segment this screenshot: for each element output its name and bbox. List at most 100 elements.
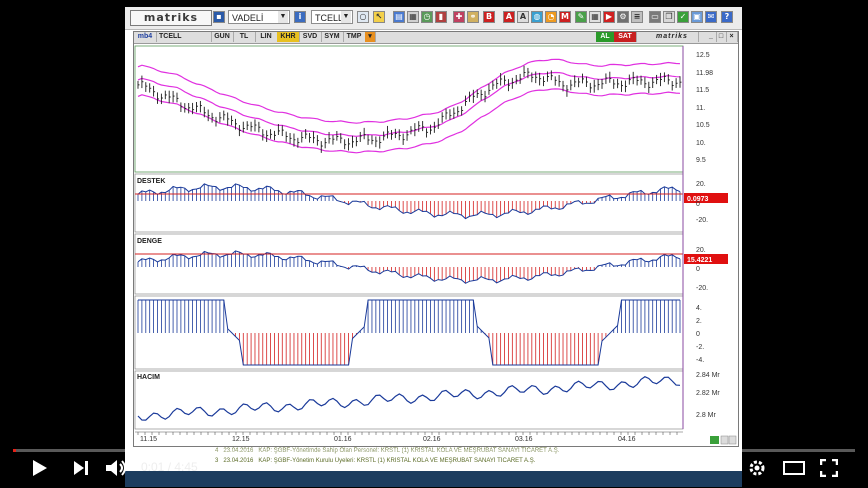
- momentum-tick: -4.: [696, 357, 704, 364]
- list-icon[interactable]: ≡: [631, 11, 643, 23]
- play-button[interactable]: [30, 458, 48, 478]
- chart-window: mb4 TCELL GUN TL LIN KHR SVD SYM TMP ▾ A…: [133, 31, 739, 447]
- denge-tick: -20.: [696, 285, 708, 292]
- destek-tick: -20.: [696, 217, 708, 224]
- date-tick: 03.16: [515, 436, 533, 443]
- price-tick: 9.5: [696, 157, 706, 164]
- symbol-select[interactable]: TCELL ▼: [311, 10, 353, 24]
- email-icon[interactable]: ✉: [705, 11, 717, 23]
- play-icon: [33, 460, 47, 476]
- next-button[interactable]: [72, 460, 90, 476]
- hacim-tick: 2.8 Mr: [696, 412, 717, 419]
- news-date: 23.04.2016: [223, 458, 254, 464]
- video-time: 0:01 / 4:45: [141, 460, 198, 474]
- tab-sym[interactable]: SYM: [321, 32, 344, 42]
- fullscreen-icon: [820, 459, 838, 477]
- news-text: KAP: ŞGBF-Yönetim Kurulu Üyeleri: KRSTL …: [258, 458, 536, 464]
- table-icon[interactable]: ▦: [407, 11, 419, 23]
- copy-icon[interactable]: ❐: [663, 11, 675, 23]
- indicator-panel: [134, 173, 684, 233]
- chart-icon[interactable]: ▤: [393, 11, 405, 23]
- tab-mb4[interactable]: mb4: [134, 32, 157, 42]
- destek-tick: 20.: [696, 181, 706, 188]
- price-tick: 11.98: [696, 70, 713, 77]
- date-tick: 12.15: [232, 436, 250, 443]
- settings-button[interactable]: [748, 459, 766, 477]
- theater-mode-button[interactable]: [783, 460, 805, 476]
- search-icon[interactable]: ○: [357, 11, 369, 23]
- font-icon[interactable]: A: [517, 11, 529, 23]
- denge-label: DENGE: [137, 238, 162, 245]
- denge-tick: 0: [696, 266, 700, 273]
- price-panel[interactable]: [134, 45, 684, 173]
- save-icon[interactable]: ▪: [213, 11, 225, 23]
- news-number: 3: [215, 458, 219, 464]
- momentum-tick: 0: [696, 331, 700, 338]
- mute-button[interactable]: [105, 459, 129, 477]
- duration: 4:45: [174, 460, 198, 474]
- chevron-down-icon: ▼: [341, 11, 351, 23]
- buy-button[interactable]: AL: [596, 32, 615, 42]
- check-icon[interactable]: ✓: [677, 11, 689, 23]
- mail-icon[interactable]: M: [559, 11, 571, 23]
- fullscreen-button[interactable]: [820, 459, 838, 477]
- zoom-icon[interactable]: [710, 436, 719, 444]
- grid-icon[interactable]: ▦: [589, 11, 601, 23]
- sell-button[interactable]: SAT: [614, 32, 637, 42]
- tools-icon[interactable]: ✚: [453, 11, 465, 23]
- hacim-label: HACIM: [137, 374, 160, 381]
- price-tick: 10.: [696, 140, 706, 147]
- main-toolbar: matriks ▪ VADELİ ▼ i TCELL ▼ ○ ↖ ▤ ▦ ◷ ▮ ✚…: [125, 7, 742, 30]
- bar-chart-icon[interactable]: ▮: [435, 11, 447, 23]
- close-icon[interactable]: ×: [726, 32, 738, 42]
- video-progress-played: [13, 449, 17, 452]
- price-tick: 12.5: [696, 52, 710, 59]
- tab-dropdown[interactable]: ▾: [365, 32, 376, 42]
- video-progress-bar[interactable]: [13, 449, 855, 452]
- date-tick: 01.16: [334, 436, 352, 443]
- text-icon[interactable]: A: [503, 11, 515, 23]
- tab-khr[interactable]: KHR: [277, 32, 300, 42]
- cursor-icon[interactable]: ↖: [373, 11, 385, 23]
- volume-icon: [106, 460, 117, 476]
- bold-icon[interactable]: B: [483, 11, 495, 23]
- tab-tmp[interactable]: TMP: [343, 32, 366, 42]
- denge-tick: 20.: [696, 247, 706, 254]
- price-tick: 10.5: [696, 122, 710, 129]
- stock-chart[interactable]: DESTEK DENGE HACIM 0.0973 15.4221 12.5 1…: [134, 44, 738, 446]
- help-icon[interactable]: ?: [721, 11, 733, 23]
- play-icon[interactable]: ▶: [603, 11, 615, 23]
- date-tick: 02.16: [423, 436, 441, 443]
- tab-symbol[interactable]: TCELL: [156, 32, 212, 42]
- matriks-app-window: matriks ▪ VADELİ ▼ i TCELL ▼ ○ ↖ ▤ ▦ ◷ ▮ ✚…: [125, 7, 742, 487]
- chevron-down-icon: ▼: [278, 11, 288, 23]
- date-tick: 04.16: [618, 436, 636, 443]
- hacim-tick: 2.84 Mr: [696, 372, 720, 379]
- volume-panel: [134, 370, 684, 430]
- settings-icon[interactable]: ⚙: [617, 11, 629, 23]
- info-icon[interactable]: i: [294, 11, 306, 23]
- link-icon[interactable]: ⚭: [467, 11, 479, 23]
- globe-icon[interactable]: ◍: [531, 11, 543, 23]
- scroll-right-icon[interactable]: [728, 435, 737, 445]
- price-tick: 11.5: [696, 87, 709, 94]
- tab-tl[interactable]: TL: [233, 32, 256, 42]
- tab-svd[interactable]: SVD: [299, 32, 322, 42]
- tab-lin[interactable]: LIN: [255, 32, 278, 42]
- destek-tick: 0: [696, 201, 700, 208]
- clock-icon[interactable]: ◷: [421, 11, 433, 23]
- alarm-icon[interactable]: ◔: [545, 11, 557, 23]
- window-icon[interactable]: ▭: [649, 11, 661, 23]
- scroll-left-icon[interactable]: [720, 435, 729, 445]
- draw-icon[interactable]: ✎: [575, 11, 587, 23]
- chart-tab-bar: mb4 TCELL GUN TL LIN KHR SVD SYM TMP ▾ A…: [134, 32, 738, 44]
- tab-gun[interactable]: GUN: [211, 32, 234, 42]
- denge-value: 15.4221: [687, 257, 712, 264]
- chart-brand: matriks: [646, 32, 699, 42]
- date-tick: 11.15: [140, 436, 157, 443]
- current-time: 0:01: [141, 460, 165, 474]
- news-row[interactable]: 3 23.04.2016 KAP: ŞGBF-Yönetim Kurulu Üy…: [215, 457, 695, 466]
- market-select[interactable]: VADELİ ▼: [228, 10, 290, 24]
- monitor-icon[interactable]: ▣: [691, 11, 703, 23]
- price-tick: 11.: [696, 105, 705, 112]
